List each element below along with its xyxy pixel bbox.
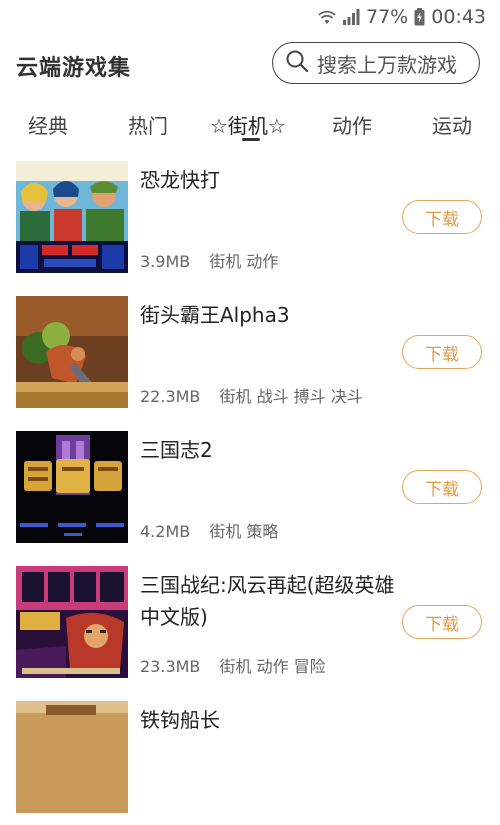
game-tags: 街机 动作 冒险	[219, 657, 326, 676]
game-list-item[interactable]: 三国志2 4.2MB 街机 策略 下载	[0, 420, 500, 555]
download-button[interactable]: 下载	[402, 200, 482, 234]
game-title: 三国志2	[140, 438, 213, 462]
game-meta: 3.9MB 街机 动作	[140, 248, 278, 272]
game-meta: 22.3MB 街机 战斗 搏斗 决斗	[140, 383, 363, 407]
signal-icon	[342, 9, 360, 25]
download-button[interactable]: 下载	[402, 335, 482, 369]
game-thumbnail	[16, 296, 128, 408]
game-size: 23.3MB	[140, 657, 201, 676]
game-thumbnail	[16, 701, 128, 813]
game-thumbnail	[16, 161, 128, 273]
wifi-icon	[318, 9, 336, 25]
game-tags: 街机 战斗 搏斗 决斗	[219, 387, 363, 406]
game-title: 铁钩船长	[140, 708, 220, 732]
game-list-item[interactable]: 铁钩船长	[0, 690, 500, 825]
status-bar: 77% 00:43	[0, 0, 500, 34]
game-list-item[interactable]: 三国战纪:风云再起(超级英雄 中文版) 23.3MB 街机 动作 冒险 下载	[0, 555, 500, 690]
game-meta: 23.3MB 街机 动作 冒险	[140, 653, 326, 677]
game-size: 4.2MB	[140, 522, 191, 541]
app-header: 云端游戏集 搜索上万款游戏	[0, 34, 500, 96]
active-tab-indicator	[242, 138, 260, 141]
game-size: 3.9MB	[140, 252, 191, 271]
battery-icon	[414, 8, 425, 26]
game-tags: 街机 策略	[209, 522, 279, 541]
app-title: 云端游戏集	[16, 56, 132, 81]
game-list-item[interactable]: 街头霸王Alpha3 22.3MB 街机 战斗 搏斗 决斗 下载	[0, 285, 500, 420]
tab-sports[interactable]: 运动	[432, 110, 472, 139]
game-thumbnail	[16, 431, 128, 543]
tab-action[interactable]: 动作	[332, 110, 372, 139]
download-button[interactable]: 下载	[402, 470, 482, 504]
game-thumbnail	[16, 566, 128, 678]
clock: 00:43	[431, 6, 486, 28]
game-title: 三国战纪:风云再起(超级英雄 中文版)	[140, 573, 395, 629]
game-title: 街头霸王Alpha3	[140, 303, 290, 327]
game-title: 恐龙快打	[140, 168, 220, 192]
game-size: 22.3MB	[140, 387, 201, 406]
battery-percent: 77%	[366, 6, 409, 28]
game-list-item[interactable]: 恐龙快打 3.9MB 街机 动作 下载	[0, 150, 500, 285]
tab-classic[interactable]: 经典	[28, 110, 68, 139]
tab-arcade[interactable]: ☆街机☆	[210, 110, 286, 139]
category-tabs: 经典 热门 ☆街机☆ 动作 运动	[0, 96, 500, 150]
game-tags: 街机 动作	[209, 252, 279, 271]
search-icon	[285, 49, 309, 77]
download-button[interactable]: 下载	[402, 605, 482, 639]
search-placeholder: 搜索上万款游戏	[317, 52, 457, 77]
tab-hot[interactable]: 热门	[128, 110, 168, 139]
search-input[interactable]: 搜索上万款游戏	[272, 42, 480, 84]
game-meta: 4.2MB 街机 策略	[140, 518, 278, 542]
